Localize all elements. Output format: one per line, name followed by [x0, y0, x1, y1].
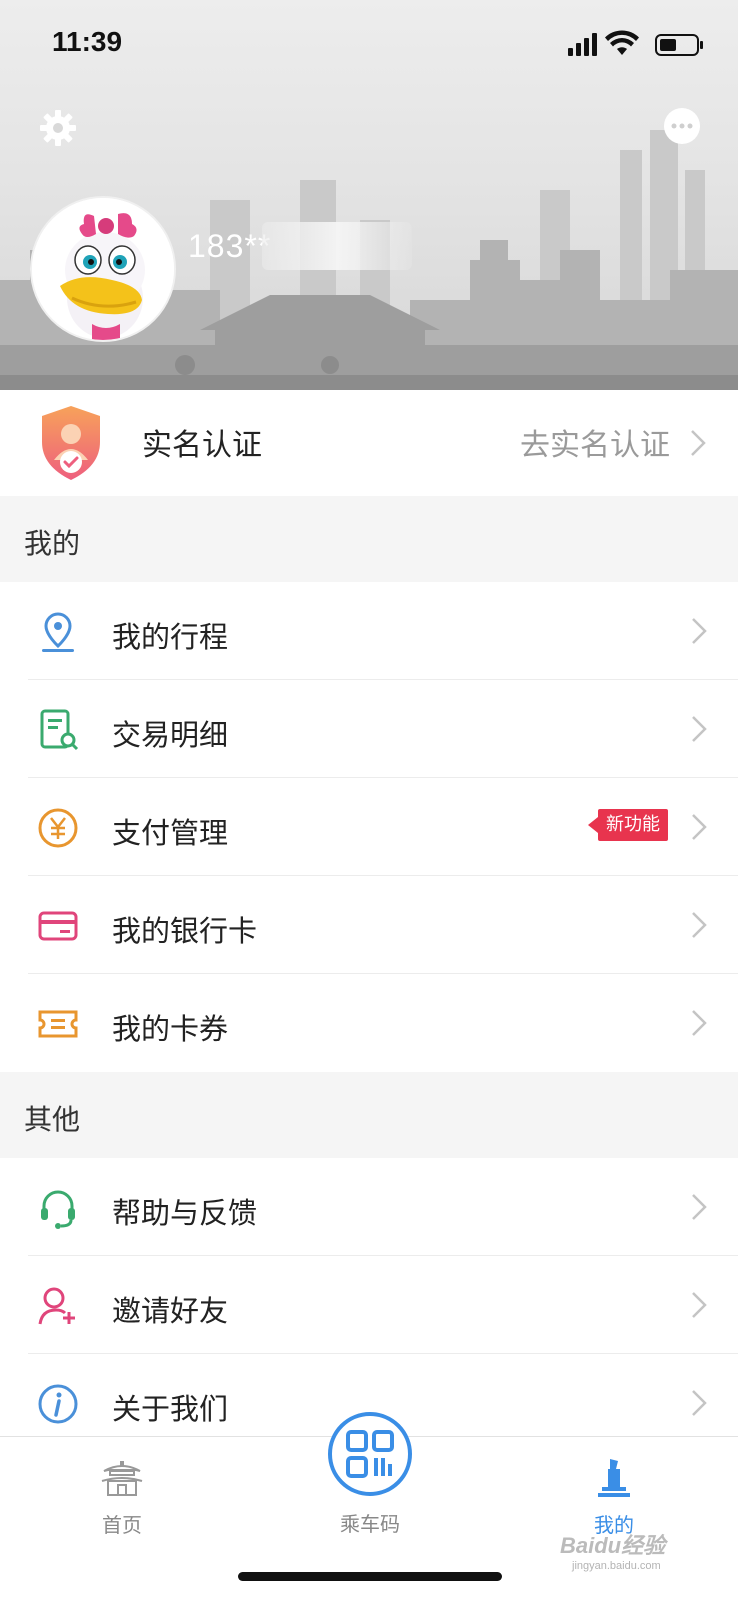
section-title: 其他	[24, 1103, 81, 1136]
new-feature-badge: 新功能	[588, 809, 668, 841]
coupon-icon	[38, 1010, 78, 1038]
gear-icon[interactable]	[38, 108, 78, 148]
section-title: 我的	[24, 527, 81, 560]
chevron-right-icon	[692, 1194, 707, 1220]
shield-user-icon	[42, 406, 100, 480]
headset-icon	[41, 1190, 75, 1229]
qr-code-icon	[346, 1430, 394, 1478]
realname-title: 实名认证	[142, 428, 262, 463]
baidu-watermark: Baidu经验	[560, 1533, 666, 1558]
list-item-label: 支付管理	[112, 816, 229, 850]
list-item-coupons[interactable]: 我的卡券	[0, 974, 738, 1072]
cellular-signal-icon	[568, 33, 597, 56]
profile-header: 11:39 183**	[0, 0, 738, 390]
list-item-label: 邀请好友	[112, 1294, 229, 1328]
add-friend-icon	[38, 1287, 75, 1325]
list-item-label: 交易明细	[112, 718, 229, 752]
chevron-right-icon	[692, 618, 707, 644]
home-indicator[interactable]	[238, 1572, 502, 1581]
ride-code-button[interactable]	[328, 1412, 412, 1496]
tab-home[interactable]: 首页	[42, 1437, 202, 1547]
battery-icon	[655, 34, 703, 56]
status-bar: 11:39	[0, 0, 738, 90]
list-item-label: 我的行程	[112, 620, 229, 654]
chevron-right-icon	[692, 1292, 707, 1318]
chevron-right-icon	[692, 1390, 707, 1416]
avatar[interactable]	[30, 196, 176, 342]
info-icon	[38, 1384, 78, 1424]
chevron-right-icon	[692, 716, 707, 742]
chevron-right-icon	[692, 814, 707, 840]
realname-verify-row[interactable]: 实名认证 去实名认证	[0, 390, 738, 496]
list-item-help-feedback[interactable]: 帮助与反馈	[0, 1158, 738, 1256]
chevron-right-icon	[692, 912, 707, 938]
chat-bubble-icon[interactable]	[662, 106, 702, 146]
status-indicators	[568, 30, 703, 56]
chevron-right-icon	[691, 430, 706, 456]
section-header-mine: 我的	[0, 496, 738, 582]
list-item-bank-cards[interactable]: 我的银行卡	[0, 876, 738, 974]
section-header-other: 其他	[0, 1072, 738, 1158]
tab-label: 首页	[102, 1513, 142, 1537]
list-item-label: 我的卡券	[112, 1012, 229, 1046]
chevron-right-icon	[692, 1010, 707, 1036]
pagoda-home-icon	[101, 1461, 143, 1496]
yuan-coin-icon	[38, 808, 78, 848]
list-item-label: 帮助与反馈	[112, 1196, 258, 1230]
user-phone-number: 183**	[188, 228, 272, 264]
list-item-invite-friends[interactable]: 邀请好友	[0, 1256, 738, 1354]
receipt-search-icon	[40, 709, 79, 751]
redacted-phone-mask	[262, 222, 412, 270]
location-pin-icon	[42, 612, 74, 652]
status-time: 11:39	[52, 26, 123, 57]
tower-mine-icon	[598, 1459, 630, 1497]
list-item-transactions[interactable]: 交易明细	[0, 680, 738, 778]
list-item-payment-management[interactable]: 支付管理 新功能	[0, 778, 738, 876]
wifi-icon	[605, 30, 639, 55]
bank-card-icon	[38, 911, 78, 941]
realname-action-link[interactable]: 去实名认证	[520, 420, 670, 464]
baidu-watermark-url: jingyan.baidu.com	[572, 1560, 661, 1572]
duck-avatar-icon	[32, 198, 174, 340]
list-item-label: 我的银行卡	[112, 914, 258, 948]
ride-code-label: 乘车码	[340, 1512, 400, 1536]
list-item-label: 关于我们	[112, 1392, 229, 1426]
list-item-my-trips[interactable]: 我的行程	[0, 582, 738, 680]
